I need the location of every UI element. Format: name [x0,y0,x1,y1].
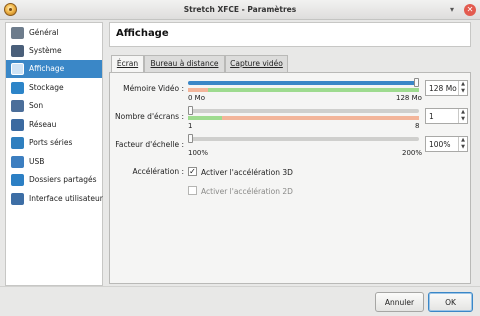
sidebar-item-user-interface[interactable]: Interface utilisateur [6,190,103,208]
title-bar: Stretch XFCE - Paramètres ▾ ✕ [0,0,480,20]
screen-tab-content: Mémoire Vidéo : 0 Mo 128 Mo 128 Mo ▲ ▼ N… [109,72,471,284]
monitor-count-label: Nombre d'écrans : [115,112,184,121]
spin-down-icon[interactable]: ▼ [459,144,467,151]
video-memory-value: 128 Mo [429,84,457,93]
scale-factor-value: 100% [429,140,451,149]
tab-label: Écran [116,59,139,68]
sidebar-item-display[interactable]: Affichage [6,60,102,78]
monitor-count-max-label: 8 [415,122,420,130]
spin-up-icon[interactable]: ▲ [459,109,467,116]
ok-button[interactable]: OK [428,292,473,312]
serial-port-icon [11,137,24,149]
sidebar-item-label: Ports séries [29,138,73,147]
spin-up-icon[interactable]: ▲ [459,137,467,144]
tab-screen[interactable]: Écran [111,55,144,73]
close-icon[interactable]: ✕ [464,4,476,16]
spin-buttons: ▲ ▼ [458,81,467,95]
video-memory-range-low [188,88,208,92]
sidebar-item-general[interactable]: Général [6,24,102,42]
usb-icon [11,156,24,168]
acceleration-label: Accélération : [132,167,184,176]
dialog-footer: Annuler OK [0,286,480,316]
shared-folders-icon [11,174,24,186]
sidebar-item-label: USB [29,157,45,166]
sidebar-item-shared-folders[interactable]: Dossiers partagés [6,171,102,189]
sidebar-item-label: Affichage [29,64,65,73]
page-title: Affichage [116,28,169,39]
spin-buttons: ▲ ▼ [458,109,467,123]
video-memory-slider-handle[interactable] [414,78,419,87]
scale-factor-max-label: 200% [402,149,423,157]
tab-remote-display[interactable]: Bureau à distance [144,55,225,72]
sidebar-item-label: Interface utilisateur [29,194,103,203]
tab-label: Bureau à distance [150,59,219,68]
monitor-count-min-label: 1 [188,122,193,130]
cancel-button[interactable]: Annuler [375,292,424,312]
video-memory-max-label: 128 Mo [396,94,422,102]
sidebar-item-usb[interactable]: USB [6,153,102,171]
video-memory-spinbox[interactable]: 128 Mo ▲ ▼ [425,80,468,96]
monitor-count-spinbox[interactable]: 1 ▲ ▼ [425,108,468,124]
spin-buttons: ▲ ▼ [458,137,467,151]
monitor-count-slider[interactable] [188,109,419,113]
sidebar-item-label: Réseau [29,120,57,129]
display-icon [11,63,24,75]
scale-factor-min-label: 100% [188,149,209,157]
scale-factor-label: Facteur d'échelle : [115,140,184,149]
sound-icon [11,100,24,112]
scale-factor-slider-handle[interactable] [188,134,193,143]
general-icon [11,27,24,39]
network-icon [11,119,24,131]
settings-sidebar: Général Système Affichage Stockage Son R… [5,22,103,286]
sidebar-item-network[interactable]: Réseau [6,116,102,134]
scale-factor-spinbox[interactable]: 100% ▲ ▼ [425,136,468,152]
sidebar-item-label: Dossiers partagés [29,175,97,184]
video-memory-min-label: 0 Mo [188,94,206,102]
video-memory-label: Mémoire Vidéo : [123,84,184,93]
window-title: Stretch XFCE - Paramètres [183,5,297,14]
settings-panel: Affichage Écran Bureau à distance Captur… [109,22,471,286]
video-memory-slider[interactable] [188,81,419,85]
accel-2d-label: Activer l'accélération 2D [201,187,293,196]
spin-down-icon[interactable]: ▼ [459,116,467,123]
page-header: Affichage [109,22,471,47]
sidebar-item-label: Stockage [29,83,64,92]
sidebar-item-label: Son [29,101,44,110]
video-memory-range-ok [208,88,419,92]
system-icon [11,45,24,57]
sidebar-item-system[interactable]: Système [6,42,102,60]
video-memory-slider-fill [188,81,419,85]
sidebar-item-sound[interactable]: Son [6,97,102,115]
scale-factor-slider[interactable] [188,137,419,141]
spin-down-icon[interactable]: ▼ [459,88,467,95]
monitor-count-value: 1 [429,112,434,121]
sidebar-item-storage[interactable]: Stockage [6,79,102,97]
monitor-count-range-warn [222,116,419,120]
accel-2d-checkbox[interactable] [188,186,197,195]
sidebar-item-serial-ports[interactable]: Ports séries [6,134,102,152]
minimize-icon[interactable]: ▾ [446,4,458,16]
accel-3d-checkbox[interactable]: ✓ [188,167,197,176]
sidebar-item-label: Général [29,28,59,37]
tab-label: Capture vidéo [230,59,283,68]
spin-up-icon[interactable]: ▲ [459,81,467,88]
monitor-count-slider-handle[interactable] [188,106,193,115]
tab-video-capture[interactable]: Capture vidéo [225,55,288,72]
storage-icon [11,82,24,94]
accel-3d-label: Activer l'accélération 3D [201,168,293,177]
user-interface-icon [11,193,24,205]
monitor-count-range-ok [188,116,222,120]
sidebar-item-label: Système [29,46,62,55]
